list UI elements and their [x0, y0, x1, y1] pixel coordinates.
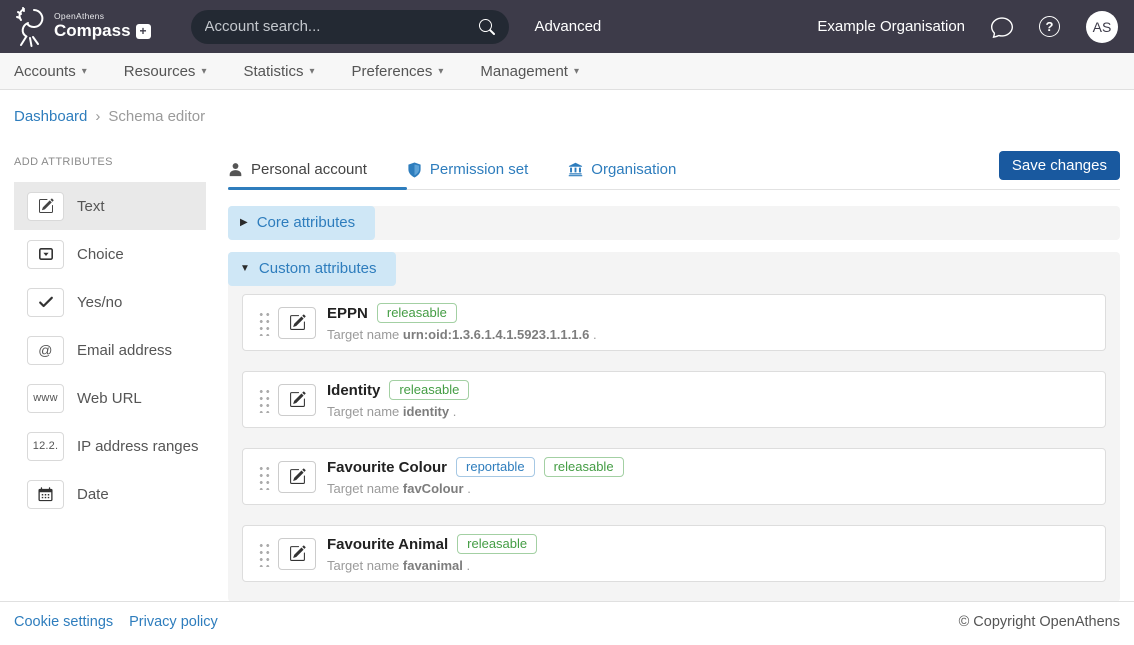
select-box-icon	[27, 240, 64, 269]
breadcrumb-separator-icon: ›	[95, 108, 100, 125]
brand-compass: Compass	[54, 22, 131, 41]
account-search-box[interactable]	[191, 10, 509, 44]
nav-resources[interactable]: Resources▾	[124, 63, 207, 80]
target-name-line: Target name favColour .	[327, 481, 624, 496]
attribute-name: Favourite Animal	[327, 536, 448, 553]
schema-editor-main: Personal account Permission set Organ	[228, 150, 1120, 602]
breadcrumb-dashboard-link[interactable]: Dashboard	[14, 108, 87, 125]
sidebar-item-choice[interactable]: Choice	[14, 230, 206, 278]
sidebar-heading: ADD ATTRIBUTES	[14, 156, 206, 168]
core-attributes-panel: ▶ Core attributes	[228, 206, 1120, 240]
sidebar-item-web-url[interactable]: www Web URL	[14, 374, 206, 422]
save-changes-button[interactable]: Save changes	[999, 151, 1120, 180]
sidebar-item-yesno[interactable]: Yes/no	[14, 278, 206, 326]
collapsed-arrow-icon: ▶	[240, 217, 248, 228]
main-navbar: Accounts▾ Resources▾ Statistics▾ Prefere…	[0, 53, 1134, 90]
chevron-down-icon: ▾	[309, 66, 314, 77]
sidebar-item-date[interactable]: Date	[14, 470, 206, 518]
tab-organisation[interactable]: Organisation	[568, 150, 716, 189]
edit-attribute-button[interactable]	[278, 461, 316, 493]
help-icon[interactable]: ?	[1039, 16, 1060, 37]
attribute-card-identity: Identity releasable Target name identity…	[242, 371, 1106, 428]
chat-icon[interactable]	[991, 16, 1013, 38]
top-header: OpenAthens Compass + Advanced Example Or…	[0, 0, 1134, 53]
cookie-settings-link[interactable]: Cookie settings	[14, 614, 113, 630]
account-search-input[interactable]	[205, 18, 479, 35]
nav-accounts[interactable]: Accounts▾	[14, 63, 87, 80]
add-attributes-sidebar: ADD ATTRIBUTES Text Choice	[14, 150, 206, 518]
drag-handle-icon[interactable]	[257, 540, 270, 567]
edit-attribute-button[interactable]	[278, 384, 316, 416]
pencil-square-icon	[27, 192, 64, 221]
advanced-search-link[interactable]: Advanced	[535, 18, 602, 35]
user-avatar[interactable]: AS	[1086, 11, 1118, 43]
releasable-badge: releasable	[544, 457, 624, 477]
attribute-card-favourite-colour: Favourite Colour reportable releasable T…	[242, 448, 1106, 505]
at-sign-icon: @	[27, 336, 64, 365]
breadcrumb-current: Schema editor	[108, 108, 205, 125]
search-icon[interactable]	[479, 19, 495, 35]
breadcrumb: Dashboard › Schema editor	[0, 90, 1134, 150]
attribute-card-eppn: EPPN releasable Target name urn:oid:1.3.…	[242, 294, 1106, 351]
chevron-down-icon: ▾	[438, 66, 443, 77]
check-icon	[27, 288, 64, 317]
core-attributes-toggle[interactable]: ▶ Core attributes	[228, 206, 375, 240]
releasable-badge: releasable	[457, 534, 537, 554]
expanded-arrow-icon: ▼	[240, 263, 250, 274]
tab-permission-set[interactable]: Permission set	[407, 150, 568, 189]
calendar-icon	[27, 480, 64, 509]
custom-attributes-list: EPPN releasable Target name urn:oid:1.3.…	[228, 286, 1120, 602]
person-icon	[228, 162, 243, 177]
sidebar-item-label: IP address ranges	[77, 438, 198, 455]
target-name-line: Target name favanimal .	[327, 558, 537, 573]
releasable-badge: releasable	[389, 380, 469, 400]
sidebar-item-label: Choice	[77, 246, 124, 263]
sidebar-item-label: Web URL	[77, 390, 142, 407]
chevron-down-icon: ▾	[201, 66, 206, 77]
custom-attributes-toggle[interactable]: ▼ Custom attributes	[228, 252, 396, 286]
bank-icon	[568, 162, 583, 177]
reportable-badge: reportable	[456, 457, 535, 477]
privacy-policy-link[interactable]: Privacy policy	[129, 614, 218, 630]
sidebar-item-email[interactable]: @ Email address	[14, 326, 206, 374]
sidebar-item-label: Date	[77, 486, 109, 503]
organisation-name: Example Organisation	[817, 18, 965, 35]
sidebar-item-label: Yes/no	[77, 294, 122, 311]
drag-handle-icon[interactable]	[257, 386, 270, 413]
target-name-line: Target name urn:oid:1.3.6.1.4.1.5923.1.1…	[327, 327, 597, 342]
attribute-name: Identity	[327, 382, 380, 399]
sidebar-item-label: Text	[77, 198, 105, 215]
sidebar-item-text[interactable]: Text	[14, 182, 206, 230]
ip-range-icon: 12.2.	[27, 432, 64, 461]
drag-handle-icon[interactable]	[257, 463, 270, 490]
releasable-badge: releasable	[377, 303, 457, 323]
sidebar-item-ip-ranges[interactable]: 12.2. IP address ranges	[14, 422, 206, 470]
openathens-compass-logo[interactable]: OpenAthens Compass +	[12, 6, 151, 48]
schema-tabs: Personal account Permission set Organ	[228, 150, 1120, 190]
custom-attributes-panel: ▼ Custom attributes EPPN releasable	[228, 252, 1120, 602]
attribute-name: EPPN	[327, 305, 368, 322]
sidebar-item-label: Email address	[77, 342, 172, 359]
edit-attribute-button[interactable]	[278, 538, 316, 570]
www-icon: www	[27, 384, 64, 413]
openathens-owl-logo-icon	[12, 6, 48, 48]
nav-preferences[interactable]: Preferences▾	[352, 63, 444, 80]
attribute-card-favourite-animal: Favourite Animal releasable Target name …	[242, 525, 1106, 582]
chevron-down-icon: ▾	[574, 66, 579, 77]
chevron-down-icon: ▾	[82, 66, 87, 77]
drag-handle-icon[interactable]	[257, 309, 270, 336]
copyright-text: © Copyright OpenAthens	[959, 614, 1120, 630]
plus-badge-icon: +	[136, 24, 151, 39]
target-name-line: Target name identity .	[327, 404, 469, 419]
shield-icon	[407, 162, 422, 178]
nav-statistics[interactable]: Statistics▾	[243, 63, 314, 80]
page-footer: Cookie settings Privacy policy © Copyrig…	[0, 601, 1134, 645]
attribute-name: Favourite Colour	[327, 459, 447, 476]
edit-attribute-button[interactable]	[278, 307, 316, 339]
tab-personal-account[interactable]: Personal account	[228, 150, 407, 189]
nav-management[interactable]: Management▾	[480, 63, 579, 80]
